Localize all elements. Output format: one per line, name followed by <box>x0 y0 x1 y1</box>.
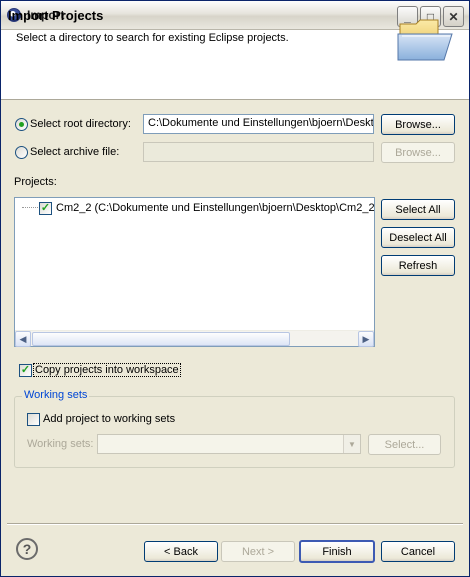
arrow-right-icon: ▶ <box>362 333 370 344</box>
archive-file-field[interactable] <box>143 142 374 162</box>
page-description: Select a directory to search for existin… <box>16 32 289 44</box>
working-sets-field-label: Working sets: <box>27 438 94 450</box>
browse-root-button[interactable]: Browse... <box>381 114 455 135</box>
checkmark-icon: ✓ <box>20 364 31 376</box>
scroll-thumb[interactable] <box>32 332 290 346</box>
select-working-sets-button[interactable]: Select... <box>368 434 441 455</box>
select-all-button[interactable]: Select All <box>381 199 455 220</box>
scroll-left-button[interactable]: ◀ <box>15 331 31 347</box>
working-sets-group <box>14 396 455 468</box>
checkmark-icon: ✓ <box>40 202 51 214</box>
projects-label: Projects: <box>14 176 57 188</box>
finish-button[interactable]: Finish <box>299 540 375 563</box>
projects-list[interactable] <box>14 197 375 347</box>
cancel-button[interactable]: Cancel <box>381 541 455 562</box>
scroll-right-button[interactable]: ▶ <box>358 331 374 347</box>
footer-separator <box>7 523 463 525</box>
back-button[interactable]: < Back <box>144 541 218 562</box>
chevron-down-icon[interactable]: ▼ <box>343 435 360 453</box>
open-folder-icon <box>397 19 453 61</box>
horizontal-scrollbar[interactable]: ◀ ▶ <box>15 330 374 347</box>
root-directory-radio[interactable] <box>15 118 28 131</box>
deselect-all-button[interactable]: Deselect All <box>381 227 455 248</box>
working-sets-title: Working sets <box>22 389 90 401</box>
help-icon[interactable]: ? <box>16 538 38 560</box>
project-item-label[interactable]: Cm2_2 (C:\Dokumente und Einstellungen\bj… <box>56 202 374 214</box>
archive-file-label: Select archive file: <box>30 146 120 158</box>
copy-projects-label[interactable]: Copy projects into workspace <box>33 363 181 377</box>
root-directory-field[interactable]: C:\Dokumente und Einstellungen\bjoern\De… <box>143 114 374 134</box>
archive-file-radio[interactable] <box>15 146 28 159</box>
project-checkbox[interactable]: ✓ <box>39 202 52 215</box>
add-to-working-sets-checkbox[interactable] <box>27 413 40 426</box>
page-title: Import Projects <box>8 8 104 23</box>
next-button[interactable]: Next > <box>221 541 295 562</box>
tree-connector <box>22 207 38 208</box>
root-directory-label: Select root directory: <box>30 118 131 130</box>
browse-archive-button[interactable]: Browse... <box>381 142 455 163</box>
copy-projects-checkbox[interactable]: ✓ <box>19 364 32 377</box>
working-sets-combo[interactable]: ▼ <box>97 434 361 454</box>
arrow-left-icon: ◀ <box>19 333 27 344</box>
refresh-button[interactable]: Refresh <box>381 255 455 276</box>
add-to-working-sets-label: Add project to working sets <box>43 413 176 425</box>
